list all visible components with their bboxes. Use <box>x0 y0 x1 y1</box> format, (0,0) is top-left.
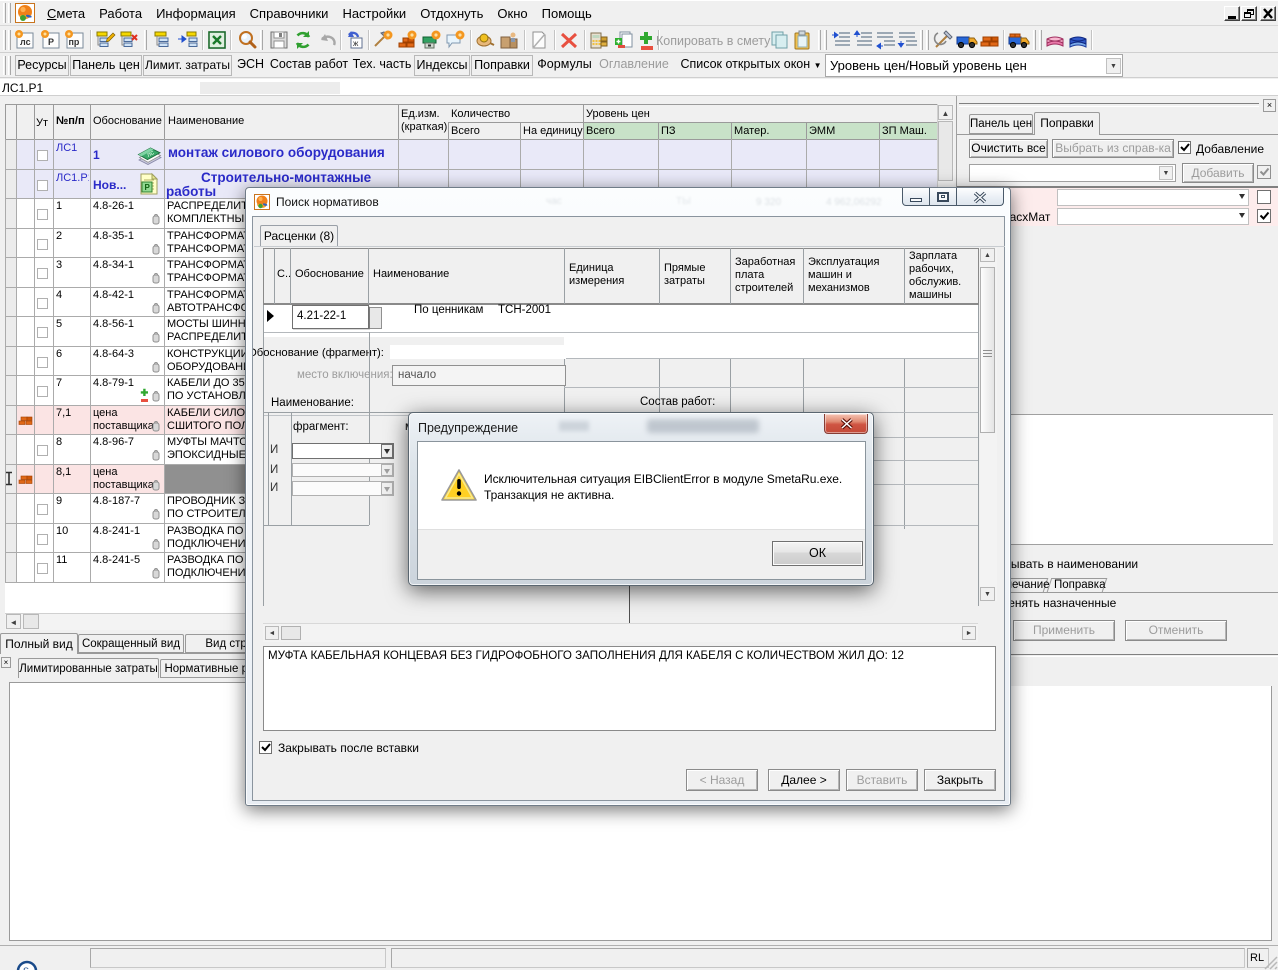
svg-text:лс: лс <box>20 37 31 47</box>
svg-text:пр: пр <box>69 37 80 47</box>
svg-text:Р: Р <box>48 37 54 47</box>
svg-text:S: S <box>23 966 29 970</box>
svg-text:ж: ж <box>353 39 359 48</box>
svg-text:P: P <box>145 183 151 192</box>
